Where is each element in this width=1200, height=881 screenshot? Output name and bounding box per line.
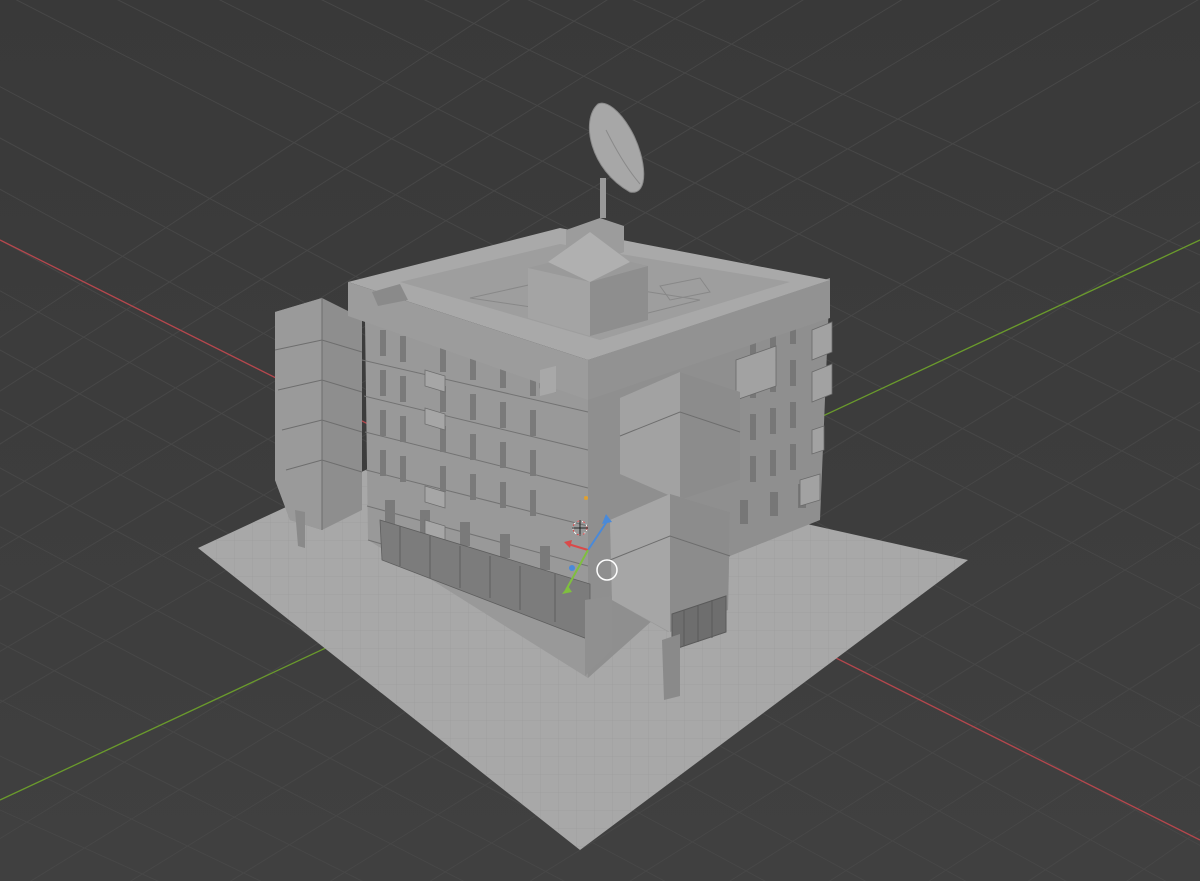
3d-viewport[interactable] xyxy=(0,0,1200,881)
viewport-canvas[interactable] xyxy=(0,0,1200,881)
